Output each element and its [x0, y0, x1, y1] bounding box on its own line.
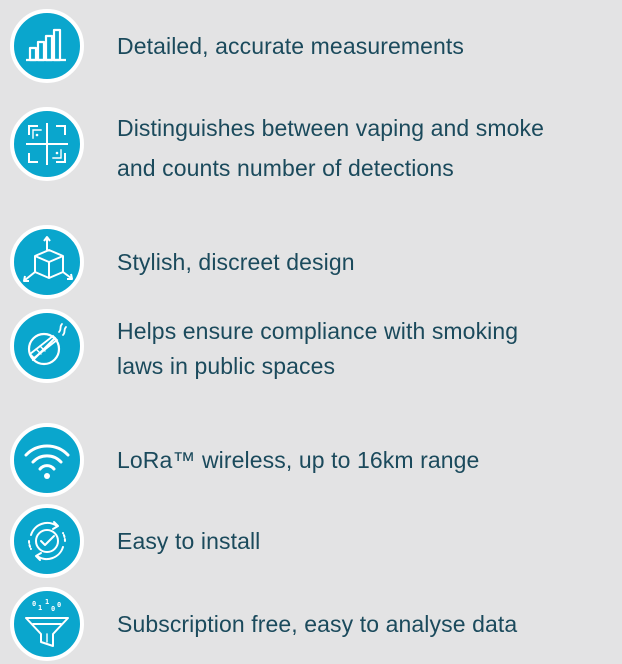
feature-line: laws in public spaces — [117, 353, 336, 379]
svg-text:1: 1 — [38, 604, 42, 612]
svg-text:0: 0 — [57, 601, 61, 609]
feature-list: Detailed, accurate measurements Distingu… — [0, 0, 622, 664]
wifi-icon — [9, 422, 85, 498]
3d-cube-icon — [9, 224, 85, 300]
feature-line: Helps ensure compliance with smoking — [117, 318, 519, 344]
feature-text: Detailed, accurate measurements — [117, 26, 464, 66]
check-cycle-icon — [9, 503, 85, 579]
scan-frame-icon — [9, 106, 85, 182]
feature-text: Easy to install — [117, 521, 260, 561]
feature-line: Easy to install — [117, 528, 261, 554]
svg-text:1: 1 — [45, 598, 49, 606]
feature-text: LoRa™ wireless, up to 16km range — [117, 440, 479, 480]
feature-text: Subscription free, easy to analyse data — [117, 604, 517, 644]
svg-text:0: 0 — [51, 605, 55, 613]
feature-line: Detailed, accurate measurements — [117, 33, 464, 59]
feature-line: and counts number of detections — [117, 155, 454, 181]
svg-text:0: 0 — [32, 600, 36, 608]
feature-line: Subscription free, easy to analyse data — [117, 611, 518, 637]
bar-chart-icon — [9, 8, 85, 84]
feature-text: Stylish, discreet design — [117, 242, 355, 282]
no-smoking-icon — [9, 308, 85, 384]
feature-line: Distinguishes between vaping and smoke — [117, 115, 544, 141]
data-funnel-icon: 0 1 1 0 0 — [9, 586, 85, 662]
feature-text: Distinguishes between vaping and smoke a… — [117, 108, 544, 188]
feature-text: Helps ensure compliance with smoking law… — [117, 314, 518, 384]
feature-line: LoRa™ wireless, up to 16km range — [117, 447, 480, 473]
feature-line: Stylish, discreet design — [117, 249, 355, 275]
